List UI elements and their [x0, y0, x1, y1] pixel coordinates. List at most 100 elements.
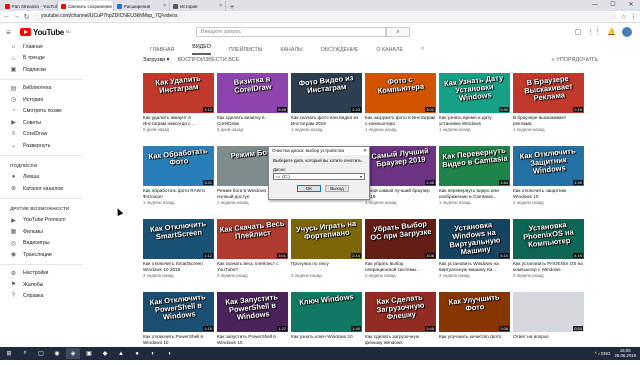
video-thumbnail[interactable]: В Браузере Выскакивает Реклама 2:16: [513, 73, 584, 113]
forward-arrow-icon[interactable]: →: [13, 13, 20, 20]
youtube-logo[interactable]: YouTube RU: [20, 28, 71, 37]
video-title[interactable]: Как перевернуть видео или изображение в …: [439, 188, 510, 199]
tray-icons[interactable]: ^ ♪ ENG: [595, 351, 611, 356]
video-title[interactable]: Как отключить PowerShell в Windows 10: [143, 334, 214, 345]
taskbar-app-icon[interactable]: ▣: [82, 348, 96, 359]
video-title[interactable]: Как убрать выбор операционной системы...: [365, 261, 436, 272]
sidebar-item[interactable]: ● Левша: [0, 172, 82, 184]
video-thumbnail[interactable]: Учусь Играть на Фортепиано 2:14: [291, 219, 362, 259]
video-card[interactable]: Как Отключить Защитник Windows 1:39 Как от…: [513, 146, 584, 216]
video-title[interactable]: Ответ на вопрос: [513, 334, 584, 345]
video-title[interactable]: Как сделать загрузочную флешку Windows: [365, 334, 436, 345]
video-title[interactable]: Как отключить SmartScreen Windows 10 201…: [143, 261, 214, 272]
close-window-button[interactable]: ✕: [622, 0, 640, 11]
video-thumbnail[interactable]: Как Отключить PowerShell в Windows 1:15: [143, 292, 214, 332]
video-thumbnail[interactable]: Установка PhoenixOS на Компьютер 4:19: [513, 219, 584, 259]
taskbar-app-icon[interactable]: ▲: [114, 348, 128, 359]
video-thumbnail[interactable]: 0:54: [513, 292, 584, 332]
back-arrow-icon[interactable]: ←: [3, 13, 10, 20]
sidebar-item[interactable]: ⊕ Каталог каналов: [0, 183, 82, 195]
sidebar-item[interactable]: ▶ YouTube Premium: [0, 215, 82, 227]
dialog-close-button[interactable]: ✕: [361, 147, 369, 155]
close-tab-icon[interactable]: ×: [219, 3, 222, 9]
uploads-dropdown[interactable]: Загрузки ▾: [143, 57, 169, 63]
video-card[interactable]: Установка Windows на Виртуальную Машину 5…: [439, 219, 510, 289]
clock[interactable]: 15:06 25.06.2019: [614, 348, 636, 359]
video-thumbnail[interactable]: Как Отключить SmartScreen 1:12: [143, 219, 214, 259]
video-card[interactable]: Как Обработать Фото 3:21 Как обработать фо…: [143, 146, 214, 216]
ok-button[interactable]: OK: [297, 185, 321, 192]
video-thumbnail[interactable]: Визитка в CorelDraw 5:40: [217, 73, 288, 113]
video-card[interactable]: Фото с Компьютера 3:02 Как загрузить фото …: [365, 73, 436, 143]
taskbar-app-icon[interactable]: ▢: [34, 348, 48, 359]
video-thumbnail[interactable]: Фото с Компьютера 3:02: [365, 73, 436, 113]
sidebar-item[interactable]: ⌄ Развернуть: [0, 140, 82, 152]
taskbar-app-icon[interactable]: ◆: [98, 348, 112, 359]
video-thumbnail[interactable]: Как Запустить PowerShell в Windows 1:22: [217, 292, 288, 332]
tab-channel[interactable]: ПЛЕЙЛИСТЫ: [229, 47, 262, 53]
taskbar-app-icon[interactable]: ⊞: [2, 348, 16, 359]
video-title[interactable]: Как сделать визитку в CorelDraw: [217, 115, 288, 126]
tab-channel[interactable]: ОБСУЖДЕНИЕ: [321, 47, 359, 53]
video-thumbnail[interactable]: Как Скачать Весь Плейлист 3:01: [217, 219, 288, 259]
browser-tab[interactable]: История ×: [170, 1, 226, 11]
taskbar-app-icon[interactable]: ◈: [66, 348, 80, 359]
exit-button[interactable]: Выход: [325, 185, 349, 192]
star-icon[interactable]: ☆: [620, 13, 627, 21]
sidebar-item[interactable]: ▤ Библиотека: [0, 83, 82, 95]
video-title[interactable]: Как отключить защитник Windows 10: [513, 188, 584, 199]
search-input[interactable]: Введите запрос: [196, 27, 386, 37]
sidebar-item[interactable]: ◎ Видеоигры: [0, 238, 82, 250]
video-thumbnail[interactable]: Как Сделать Загрузочную Флешку 3:45: [365, 292, 436, 332]
taskbar-app-icon[interactable]: ⌕: [18, 348, 32, 359]
sidebar-item[interactable]: ◉ Трансляции: [0, 249, 82, 261]
browser-tab[interactable]: Fan Streamin - YouTube×: [2, 1, 58, 11]
reload-icon[interactable]: ↻: [23, 13, 30, 21]
apps-icon[interactable]: ⋮⋮: [587, 28, 601, 36]
video-card[interactable]: Убрать Выбор ОС при Загрузке 3:08 Как убра…: [365, 219, 436, 289]
sidebar-item[interactable]: ⚙ Настройки: [0, 268, 82, 280]
sidebar-item[interactable]: ◷ История: [0, 94, 82, 106]
search-button[interactable]: ⌕: [386, 27, 410, 37]
video-card[interactable]: Как Удалить Инстаграм 1:12 Как удалить акк…: [143, 73, 214, 143]
browser-tab[interactable]: Расширения ×: [114, 1, 170, 11]
notifications-icon[interactable]: 🔔: [607, 28, 616, 36]
drive-select[interactable]: ▭ (C:) ▾: [273, 173, 365, 180]
browser-tab[interactable]: Сменить сохранение - YouTube×: [58, 1, 114, 11]
sidebar-item[interactable]: ≡ CorelDraw: [0, 129, 82, 141]
sidebar-item[interactable]: ⌂ Главная: [0, 41, 82, 53]
video-thumbnail[interactable]: Самый Лучший Браузер 2019 2:35: [365, 146, 436, 186]
video-card[interactable]: Фото Видео из Инстаграм 2:23 Как скачать ф…: [291, 73, 362, 143]
tab-channel[interactable]: ⌕: [421, 46, 424, 53]
video-thumbnail[interactable]: Как Узнать Дату Установки Windows 0:40: [439, 73, 510, 113]
video-thumbnail[interactable]: Установка Windows на Виртуальную Машину 5…: [439, 219, 510, 259]
video-title[interactable]: Как обработать фото RAW в Фотошоп: [143, 188, 214, 199]
avatar[interactable]: [622, 27, 632, 37]
sidebar-item[interactable]: ▦ Фильмы: [0, 226, 82, 238]
video-title[interactable]: Как удалить аккаунт в Инстаграм навсегда…: [143, 115, 214, 126]
video-title[interactable]: Как узнать время и дату установки Window…: [439, 115, 510, 126]
video-card[interactable]: В Браузере Выскакивает Реклама 2:16 В брау…: [513, 73, 584, 143]
video-thumbnail[interactable]: Как Обработать Фото 3:21: [143, 146, 214, 186]
video-card[interactable]: Как Узнать Дату Установки Windows 0:40 Как…: [439, 73, 510, 143]
taskbar-app-icon[interactable]: ◉: [50, 348, 64, 359]
taskbar-app-icon[interactable]: ●: [130, 348, 144, 359]
video-thumbnail[interactable]: Как Перевернуть Видео в Camtasia 1:54: [439, 146, 510, 186]
video-title[interactable]: Как запустить PowerShell в Windows 10: [217, 334, 288, 345]
video-thumbnail[interactable]: Фото Видео из Инстаграм 2:23: [291, 73, 362, 113]
sidebar-item[interactable]: ▶ Советы: [0, 117, 82, 129]
tab-channel[interactable]: КАНАЛЫ: [280, 47, 302, 53]
menu-icon[interactable]: ⋮: [630, 13, 637, 21]
tab-channel[interactable]: ВИДЕО: [192, 44, 211, 55]
video-thumbnail[interactable]: Как Улучшить Фото 2:08: [439, 292, 510, 332]
maximize-button[interactable]: ☐: [604, 0, 622, 11]
video-card[interactable]: Как Отключить SmartScreen 1:12 Как отключи…: [143, 219, 214, 289]
video-title[interactable]: Прогулка по лесу: [291, 261, 362, 272]
video-thumbnail[interactable]: Как Удалить Инстаграм 1:12: [143, 73, 214, 113]
url-field[interactable]: youtube.com/channel/UCuP7hpZDICNEU3kNMsp…: [33, 12, 617, 21]
new-tab-button[interactable]: +: [226, 4, 238, 11]
sidebar-item[interactable]: ▣ Подписки: [0, 64, 82, 76]
tab-channel[interactable]: ГЛАВНАЯ: [150, 47, 174, 53]
video-card[interactable]: Установка PhoenixOS на Компьютер 4:19 Как …: [513, 219, 584, 289]
video-thumbnail[interactable]: Ключ Windows 1:40: [291, 292, 362, 332]
